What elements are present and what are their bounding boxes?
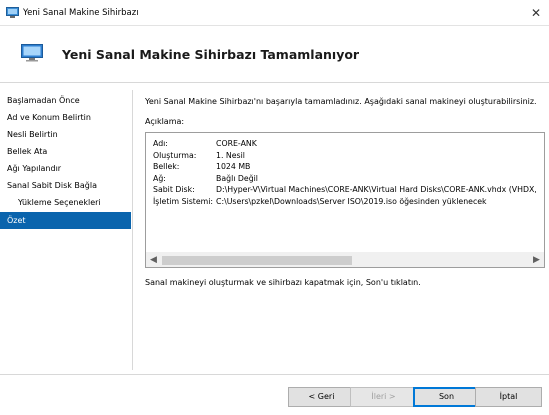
summary-row-network: Ağ: Bağlı Değil [153,173,538,185]
summary-row-generation: Oluşturma: 1. Nesil [153,150,538,162]
summary-value: Bağlı Değil [216,173,258,183]
close-icon[interactable]: ✕ [527,4,545,22]
summary-row-operating-system: İşletim Sistemi: C:\Users\pzkel\Downloads… [153,196,538,208]
nav-item-name-and-location[interactable]: Ad ve Konum Belirtin [0,109,131,126]
footer-divider [0,374,549,375]
summary-key: Sabit Disk: [153,185,195,194]
summary-key: İşletim Sistemi: [153,196,214,206]
cancel-button[interactable]: İptal [475,387,542,407]
monitor-icon [21,44,43,64]
scroll-right-icon[interactable]: ▶ [529,253,544,267]
nav-item-networking[interactable]: Ağı Yapılandır [0,160,131,177]
nav-item-summary[interactable]: Özet [0,212,131,229]
finish-button[interactable]: Son [413,387,480,407]
nav-divider [132,90,133,370]
horizontal-scrollbar[interactable]: ◀ ▶ [146,252,544,267]
summary-row-memory: Bellek: 1024 MB [153,161,538,173]
summary-key: Bellek: [153,162,180,171]
nav-item-generation[interactable]: Nesli Belirtin [0,126,131,143]
summary-key: Oluşturma: [153,150,197,160]
finish-instruction: Sanal makineyi oluşturmak ve sihirbazı k… [145,278,421,287]
title-bar: Yeni Sanal Makine Sihirbazı ✕ [0,0,549,26]
summary-value: CORE-ANK [216,139,257,148]
nav-item-installation-options[interactable]: Yükleme Seçenekleri [0,194,131,211]
next-button[interactable]: İleri > [350,387,417,407]
wizard-app-icon [6,7,19,20]
description-label: Açıklama: [145,117,185,126]
summary-textbox[interactable]: Adı: CORE-ANK Oluşturma: 1. Nesil Bellek: 1… [145,132,545,268]
nav-item-before-you-begin[interactable]: Başlamadan Önce [0,92,131,109]
nav-item-memory[interactable]: Bellek Ata [0,143,131,160]
summary-key: Ağ: [153,173,166,183]
intro-text: Yeni Sanal Makine Sihirbazı'nı başarıyla… [145,97,537,106]
page-title: Yeni Sanal Makine Sihirbazı Tamamlanıyor [62,47,360,62]
summary-value: C:\Users\pzkel\Downloads\Server ISO\2019… [216,196,487,206]
back-button[interactable]: < Geri [288,387,355,407]
summary-value: 1024 MB [216,162,251,171]
summary-row-hard-disk: Sabit Disk: D:\Hyper-V\Virtual Machines\C… [153,184,538,196]
summary-value: 1. Nesil [216,150,245,160]
wizard-header: Yeni Sanal Makine Sihirbazı Tamamlanıyor [0,27,549,83]
scrollbar-thumb[interactable] [162,256,352,265]
wizard-steps-nav: Başlamadan Önce Ad ve Konum Belirtin Nes… [0,84,133,373]
summary-key: Adı: [153,139,168,148]
summary-row-name: Adı: CORE-ANK [153,138,538,150]
summary-value: D:\Hyper-V\Virtual Machines\CORE-ANK\Vir… [216,185,538,194]
nav-item-virtual-disk[interactable]: Sanal Sabit Disk Bağla [0,177,131,194]
summary-list: Adı: CORE-ANK Oluşturma: 1. Nesil Bellek: 1… [153,138,538,248]
window-title: Yeni Sanal Makine Sihirbazı [23,8,139,18]
scroll-left-icon[interactable]: ◀ [146,253,161,267]
